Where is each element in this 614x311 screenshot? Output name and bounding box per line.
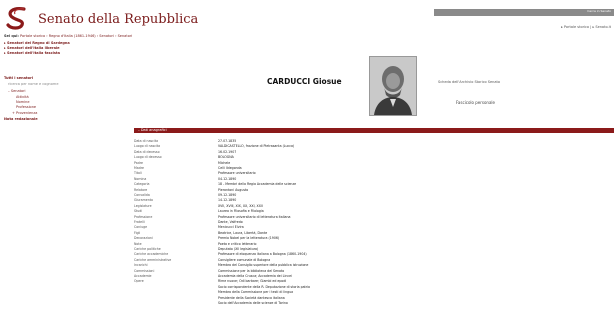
row-label: Madre	[134, 166, 144, 170]
sidebar-item-nota[interactable]: Nota redazionale	[4, 117, 38, 121]
row-label: Titoli	[134, 171, 142, 176]
row-value: BOLOGNA	[218, 155, 234, 160]
row-label: Nomina	[134, 176, 147, 181]
row-value: Professore universitario	[218, 171, 256, 176]
row-value: Dante, Valfredo	[218, 220, 243, 224]
row-value: Pierantoni Augusto	[218, 187, 249, 192]
row-value: Premio Nobel per la letteratura (1906)	[218, 236, 280, 241]
row-value: Membro della Commissione per i testi di …	[218, 290, 294, 295]
row-value: Socio dell'Accademia delle scienze di To…	[218, 301, 288, 305]
row-value: Commissione per la biblioteca del Senato	[218, 268, 285, 273]
row-label: Commissioni	[134, 268, 155, 273]
sidebar-section-title[interactable]: Tutti i senatori	[4, 76, 33, 80]
row-value: Michele	[218, 160, 231, 165]
top-links[interactable]: ▸ Portale storico | ▸ Senato.it	[561, 25, 611, 29]
senate-logo-icon[interactable]	[4, 6, 30, 30]
row-value: Deputato (XII legislatura)	[218, 247, 259, 251]
row-label: Padre	[134, 160, 143, 165]
photo-caption: Scheda dell'Archivio Storico Senato	[438, 80, 501, 84]
row-label: Incarichi	[134, 263, 148, 268]
row-label: Luogo di decesso	[134, 155, 162, 160]
row-value: 14.12.1890	[218, 198, 237, 203]
row-label: Opere	[134, 279, 144, 284]
row-label: Fratelli	[134, 220, 145, 224]
row-label: Cariche accademiche	[134, 252, 169, 257]
section-header-dati-anagrafici[interactable]: – Dati anagrafici	[134, 128, 614, 133]
senator-portrait	[369, 56, 417, 116]
row-value: 18 - Membri della Regia Accademia delle …	[218, 182, 297, 187]
row-value: Poeta e critico letterario	[218, 241, 257, 246]
breadcrumb-prefix: Sei qui:	[4, 34, 19, 38]
sidebar-item-fascista[interactable]: ▸ Senatori dell'Italia fascista	[4, 51, 60, 55]
row-value: 04.12.1890	[218, 176, 237, 181]
row-label: Luogo di nascita	[134, 144, 161, 149]
row-value: XVII, XVIII, XIX, XX, XXI, XXII	[218, 203, 263, 208]
row-label: Giuramento	[134, 198, 153, 203]
row-label: Convalida	[134, 193, 150, 197]
section-title: – Dati anagrafici	[138, 128, 167, 132]
row-value: Membro del Consiglio superiore della pub…	[218, 263, 309, 268]
sidebar-item-liberale[interactable]: ▸ Senatori dell'Italia liberale	[4, 46, 60, 50]
sidebar-item-attivita[interactable]: Attività	[16, 95, 29, 99]
row-value: Presidente della Società dantesca italia…	[218, 295, 285, 300]
row-value: 27.07.1835	[218, 139, 237, 143]
row-value: Socio corrispondente della R. Deputazion…	[218, 284, 310, 289]
row-label: Relatore	[134, 187, 148, 192]
sidebar-search-hint[interactable]: ricerca per nome e cognome	[8, 82, 58, 86]
row-label: Cariche politiche	[134, 247, 161, 251]
row-value: Professore di eloquenza italiana a Bolog…	[218, 252, 307, 257]
row-label: Coniuge	[134, 225, 148, 230]
row-value: 16.02.1907	[218, 149, 237, 154]
sidebar-item-professione[interactable]: Professione	[16, 105, 36, 109]
top-search-label[interactable]: Cerca in Senato	[587, 9, 611, 13]
row-value: Consigliere comunale di Bologna	[218, 257, 271, 262]
personal-file-link[interactable]: Fascicolo personale	[456, 100, 495, 105]
row-value: Beatrice, Laura, Libertà, Dante	[218, 230, 268, 235]
row-label: Data di decesso	[134, 149, 160, 154]
row-value: Rime nuove; Odi barbare; Giambi ed epodi	[218, 279, 287, 284]
row-value: Accademia della Crusca; Accademia dei Li…	[218, 274, 292, 278]
row-label: Studi	[134, 209, 143, 214]
row-label: Legislature	[134, 203, 152, 208]
row-value: Laurea in Filosofia e Filologia	[218, 209, 264, 214]
senator-name: CARDUCCI Giosue	[267, 77, 342, 86]
breadcrumb-path[interactable]: Portale storico › Regno d'Italia (1861-1…	[20, 34, 132, 38]
row-label: Data di nascita	[134, 139, 159, 143]
sidebar-item-provenienza[interactable]: + Provenienza	[12, 111, 37, 115]
row-value: 09.12.1890	[218, 193, 237, 197]
row-label: Categoria	[134, 182, 150, 187]
breadcrumb: Sei qui: Portale storico › Regno d'Itali…	[4, 34, 132, 38]
sidebar-item-sardegna[interactable]: ▸ Senatori del Regno di Sardegna	[4, 41, 70, 45]
row-value: Professore universitario di letteratura …	[218, 214, 291, 219]
row-label: Decorazioni	[134, 236, 153, 241]
sidebar-item-nomine[interactable]: Nomine	[16, 100, 30, 104]
sidebar-item-senatori[interactable]: – Senatori	[8, 89, 26, 93]
site-title[interactable]: Senato della Repubblica	[38, 12, 198, 27]
row-label: Cariche amministrative	[134, 257, 172, 262]
row-label: Accademie	[134, 274, 152, 278]
row-value: Menicucci Elvira	[218, 225, 244, 230]
row-label: Note	[134, 241, 142, 246]
row-value: VALDICASTELLO, frazione di Pietrasanta (…	[218, 144, 295, 149]
row-label: Figli	[134, 230, 141, 235]
row-label: Professione	[134, 214, 153, 219]
row-value: Celli Ildegonda	[218, 166, 242, 170]
